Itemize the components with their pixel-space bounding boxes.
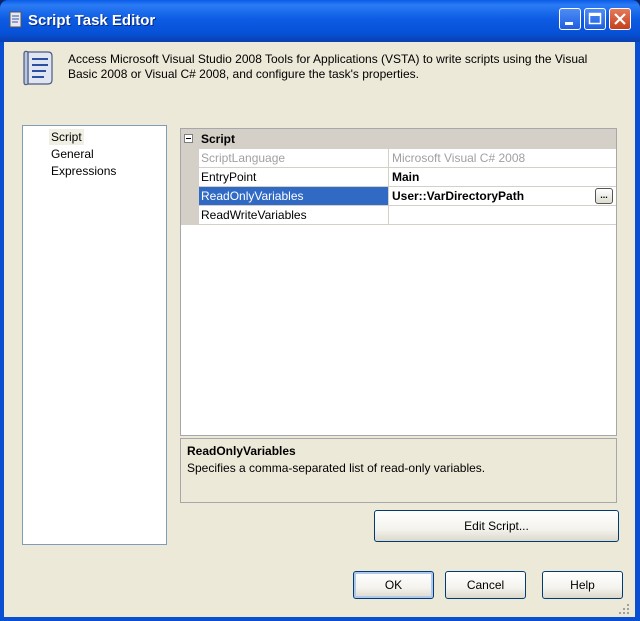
property-row-entrypoint[interactable]: EntryPoint Main: [199, 168, 616, 187]
window-frame-bottom: [0, 617, 640, 621]
nav-item-general[interactable]: General: [49, 146, 96, 162]
nav-item-expressions[interactable]: Expressions: [49, 163, 118, 179]
close-icon: [614, 13, 626, 25]
property-row-readwritevariables[interactable]: ReadWriteVariables: [199, 206, 616, 225]
property-name: ReadOnlyVariables: [199, 187, 389, 205]
close-button[interactable]: [609, 8, 631, 30]
minimize-button[interactable]: [559, 8, 581, 30]
collapse-icon[interactable]: [184, 134, 193, 143]
category-header[interactable]: Script: [181, 129, 616, 149]
property-name: ScriptLanguage: [199, 149, 389, 167]
property-value: Microsoft Visual C# 2008: [392, 151, 526, 165]
window-frame-right: [635, 42, 640, 621]
help-button[interactable]: Help: [542, 571, 623, 599]
category-gutter: [181, 149, 199, 225]
script-task-icon: [9, 11, 22, 28]
maximize-button[interactable]: [584, 8, 606, 30]
script-scroll-icon: [23, 50, 53, 86]
help-title: ReadOnlyVariables: [187, 444, 296, 458]
property-value[interactable]: [389, 206, 616, 224]
edit-script-button[interactable]: Edit Script...: [374, 510, 619, 542]
property-name: EntryPoint: [199, 168, 389, 186]
cancel-button[interactable]: Cancel: [445, 571, 526, 599]
property-row-readonlyvariables[interactable]: ReadOnlyVariables User::VarDirectoryPath…: [199, 187, 616, 206]
window-title: Script Task Editor: [28, 12, 156, 29]
ok-button[interactable]: OK: [353, 571, 434, 599]
property-value[interactable]: Main: [389, 168, 616, 186]
resize-grip-icon[interactable]: [618, 603, 630, 615]
property-value-text: User::VarDirectoryPath: [392, 189, 525, 203]
property-row-scriptlanguage[interactable]: ScriptLanguage Microsoft Visual C# 2008: [199, 149, 616, 168]
header-description: Access Microsoft Visual Studio 2008 Tool…: [68, 52, 588, 81]
category-label: Script: [201, 132, 236, 146]
nav-item-script[interactable]: Script: [49, 129, 84, 145]
script-task-editor-window: Script Task Editor Access Microsoft Visu…: [0, 0, 640, 621]
ellipsis-button[interactable]: ...: [595, 188, 613, 204]
nav-list: Script General Expressions: [22, 125, 167, 545]
property-name: ReadWriteVariables: [199, 206, 389, 224]
property-value[interactable]: User::VarDirectoryPath ...: [389, 187, 616, 205]
property-help-panel: ReadOnlyVariables Specifies a comma-sepa…: [180, 438, 617, 503]
property-grid: Script ScriptLanguage Microsoft Visual C…: [180, 128, 617, 436]
maximize-icon: [588, 12, 602, 25]
minimize-icon: [565, 22, 573, 25]
help-text: Specifies a comma-separated list of read…: [187, 461, 486, 475]
title-bar[interactable]: Script Task Editor: [0, 0, 640, 42]
